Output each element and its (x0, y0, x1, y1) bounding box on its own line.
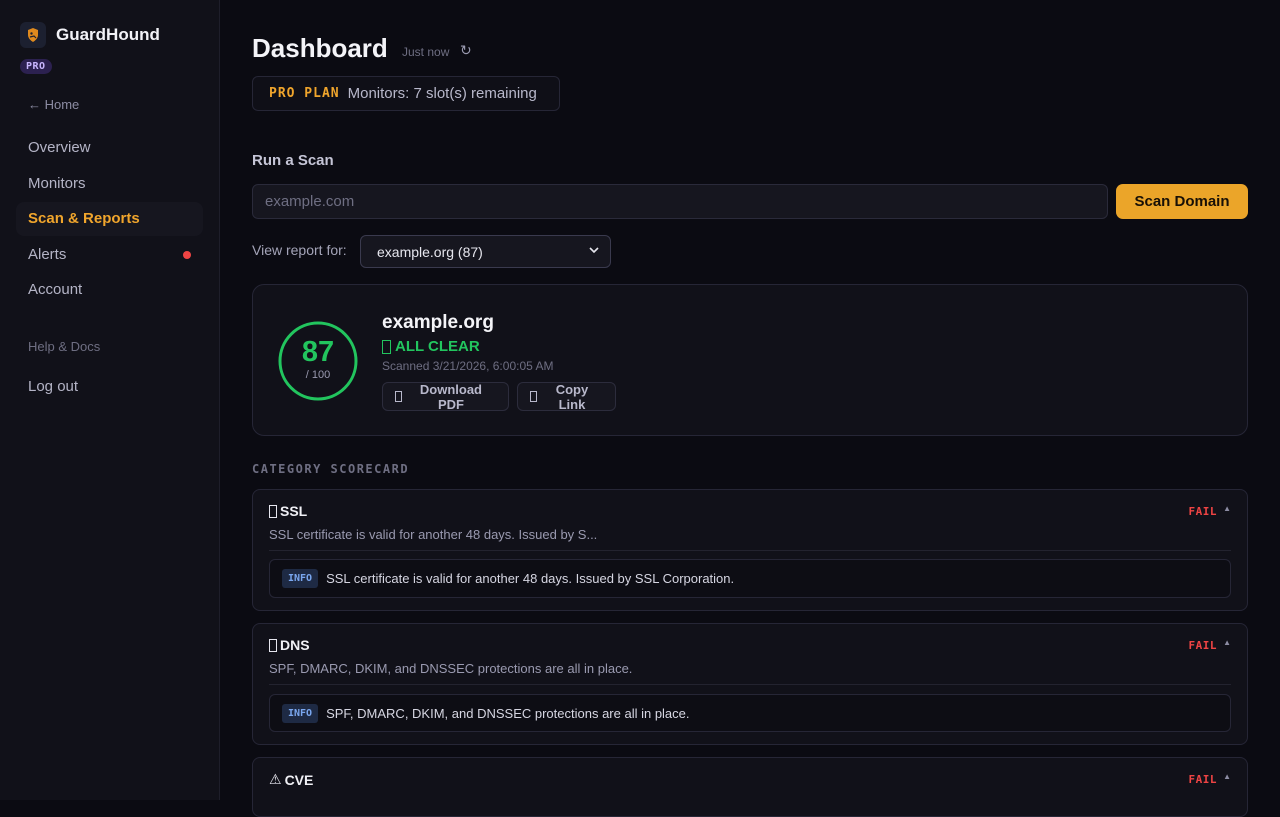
category-card-dns[interactable]: DNS FAIL ▲ SPF, DMARC, DKIM, and DNSSEC … (252, 623, 1248, 745)
sidebar-item-label: Alerts (28, 245, 67, 263)
finding-text: SSL certificate is valid for another 48 … (326, 571, 735, 586)
ssl-icon (269, 504, 277, 518)
page-title: Dashboard (252, 33, 388, 63)
help-docs-link[interactable]: Help & Docs (28, 339, 100, 354)
download-pdf-label: Download PDF (419, 381, 482, 412)
category-title: SSL (269, 503, 307, 519)
plan-label: PRO PLAN (269, 86, 340, 101)
score-max: / 100 (305, 369, 331, 381)
divider (269, 550, 1231, 551)
sidebar: GuardHound PRO ← Home Overview Monitors … (0, 0, 220, 800)
brand-name: GuardHound (56, 25, 160, 44)
warning-icon: ⚠ (269, 771, 282, 787)
category-card-ssl[interactable]: SSL FAIL ▲ SSL certificate is valid for … (252, 489, 1248, 611)
guardhound-logo-icon (20, 22, 46, 48)
chevron-down-icon (589, 247, 599, 254)
collapse-icon[interactable]: ▲ (1223, 638, 1231, 647)
scorecard-title: CATEGORY SCORECARD (252, 462, 410, 476)
report-domain: example.org (382, 312, 494, 333)
sidebar-item-overview[interactable]: Overview (16, 131, 203, 165)
sidebar-item-scan-reports[interactable]: Scan & Reports (16, 202, 203, 237)
score-value: 87 (301, 336, 335, 368)
report-status: ALL CLEAR (382, 338, 480, 355)
report-card: 87 / 100 example.org ALL CLEAR Scanned 3… (252, 284, 1248, 436)
alert-notification-dot (183, 250, 191, 259)
sidebar-item-monitors[interactable]: Monitors (16, 167, 203, 201)
last-updated: Just now (402, 45, 450, 59)
copy-link-label: Copy Link (555, 381, 589, 412)
collapse-icon[interactable]: ▲ (1223, 772, 1231, 781)
category-card-cve[interactable]: ⚠ CVE FAIL ▲ (252, 757, 1248, 817)
collapse-icon[interactable]: ▲ (1223, 504, 1231, 513)
run-scan-title: Run a Scan (252, 152, 334, 169)
sidebar-item-alerts[interactable]: Alerts (16, 238, 203, 272)
status-badge: FAIL (1188, 505, 1217, 518)
download-pdf-button[interactable]: Download PDF (382, 381, 509, 412)
category-name: SSL (280, 503, 308, 519)
report-status-text: ALL CLEAR (395, 338, 480, 355)
scan-timestamp: Scanned 3/21/2026, 6:00:05 AM (382, 359, 554, 373)
home-link[interactable]: ← Home (28, 97, 79, 112)
plan-summary: PRO PLAN Monitors: 7 slot(s) remaining (252, 76, 560, 111)
scan-domain-button[interactable]: Scan Domain (1116, 184, 1248, 219)
view-report-label: View report for: (252, 242, 347, 258)
logout-link[interactable]: Log out (28, 378, 78, 395)
link-icon (530, 391, 537, 402)
finding-text: SPF, DMARC, DKIM, and DNSSEC protections… (326, 705, 690, 721)
finding-level-badge: INFO (282, 569, 319, 588)
download-icon (395, 391, 402, 402)
category-name: CVE (284, 771, 314, 788)
brand[interactable]: GuardHound (20, 22, 160, 48)
refresh-icon[interactable]: ↻ (460, 42, 472, 59)
category-title: ⚠ CVE (269, 771, 313, 788)
report-select[interactable]: example.org (87) (360, 235, 611, 268)
copy-link-button[interactable]: Copy Link (517, 381, 616, 412)
plan-slots-text: Monitors: 7 slot(s) remaining (347, 85, 537, 102)
category-name: DNS (280, 637, 310, 653)
main-content: Dashboard Just now ↻ PRO PLAN Monitors: … (252, 0, 1248, 817)
dns-icon (269, 638, 277, 652)
sidebar-item-account[interactable]: Account (16, 273, 203, 307)
pro-badge: PRO (20, 59, 52, 74)
status-icon (382, 339, 391, 354)
finding-row: INFO SSL certificate is valid for anothe… (269, 559, 1231, 598)
category-summary: SPF, DMARC, DKIM, and DNSSEC protections… (269, 661, 633, 676)
finding-row: INFO SPF, DMARC, DKIM, and DNSSEC protec… (269, 694, 1231, 732)
sidebar-nav: Overview Monitors Scan & Reports Alerts … (16, 131, 203, 309)
domain-input[interactable] (252, 184, 1108, 219)
category-summary: SSL certificate is valid for another 48 … (269, 527, 598, 542)
report-select-value: example.org (87) (377, 243, 483, 260)
status-badge: FAIL (1188, 773, 1217, 786)
category-title: DNS (269, 637, 310, 653)
finding-level-badge: INFO (282, 703, 319, 723)
status-badge: FAIL (1188, 639, 1217, 652)
divider (269, 684, 1231, 685)
